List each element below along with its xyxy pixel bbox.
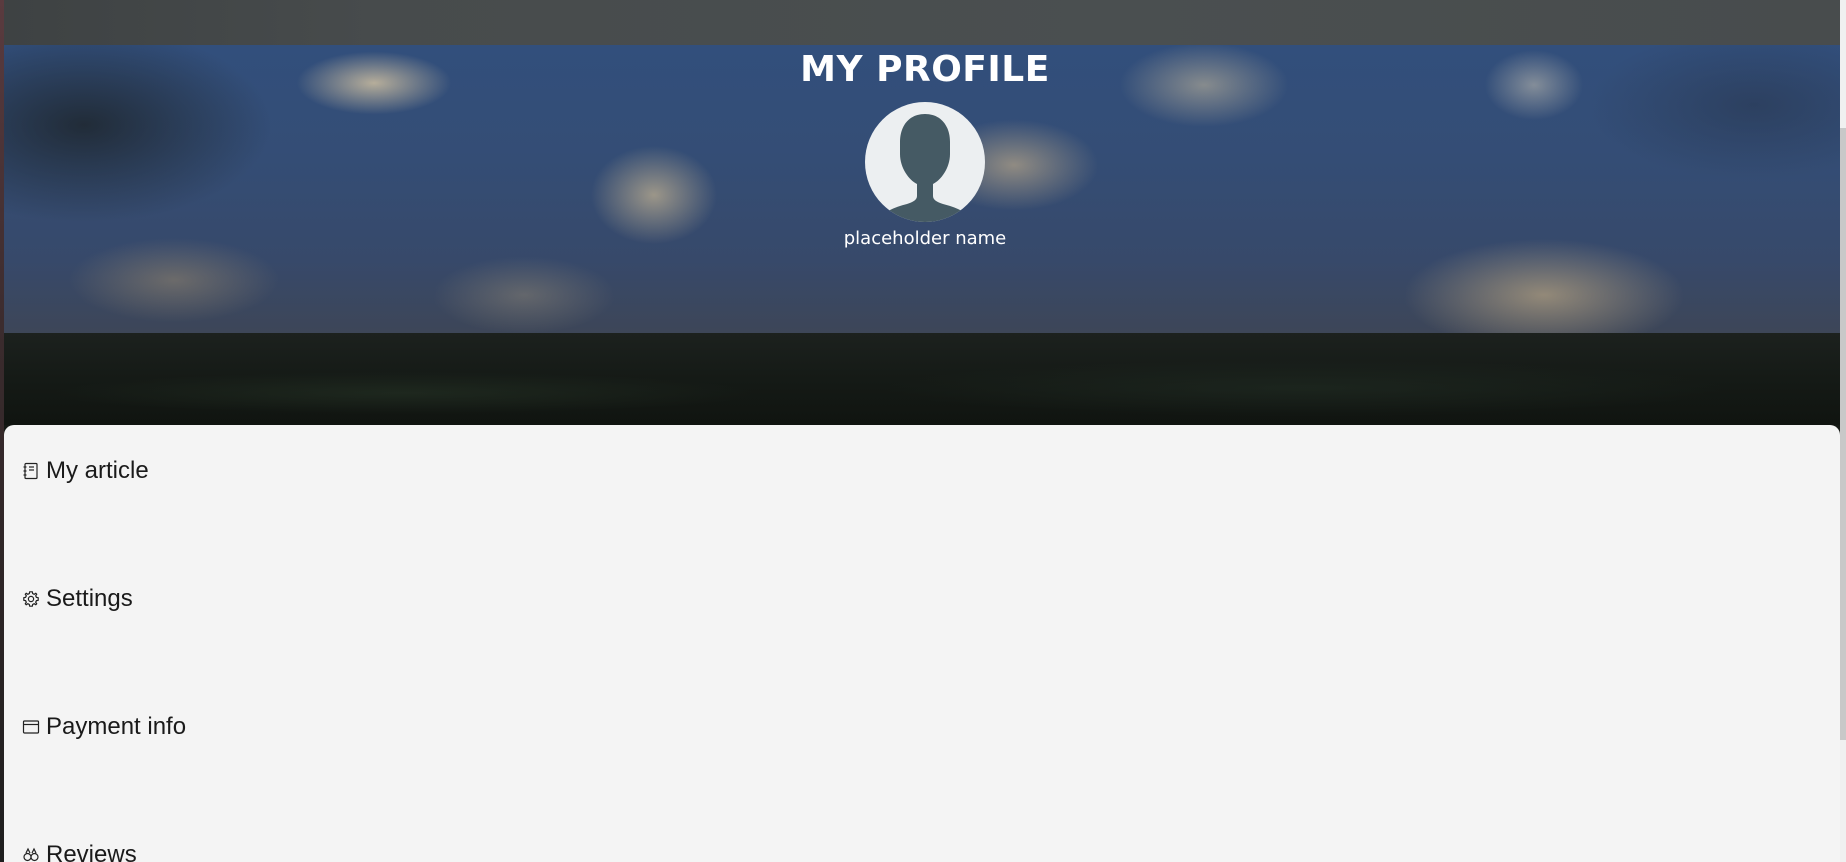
reviews-icon (22, 846, 40, 862)
menu-item-label: My article (46, 457, 149, 484)
gear-icon (22, 590, 40, 608)
avatar[interactable] (865, 102, 985, 222)
page-title: MY PROFILE (800, 49, 1050, 90)
menu-item-settings[interactable]: Settings (22, 583, 133, 615)
card-icon (22, 718, 40, 736)
menu-item-payment-info[interactable]: Payment info (22, 711, 186, 743)
user-silhouette-icon (877, 114, 973, 222)
top-bar (4, 0, 1846, 45)
user-name: placeholder name (843, 228, 1007, 249)
menu-item-label: Payment info (46, 713, 187, 740)
menu-item-label: Reviews (46, 841, 137, 862)
profile-page: MY PROFILE placeholder name My article S… (0, 0, 1846, 862)
profile-menu-panel: My article Settings Payment info Reviews (4, 425, 1840, 862)
menu-item-my-article[interactable]: My article (22, 455, 149, 487)
menu-item-reviews[interactable]: Reviews (22, 839, 137, 862)
profile-header: MY PROFILE placeholder name (4, 45, 1846, 249)
menu-item-label: Settings (46, 585, 133, 612)
scrollbar-thumb[interactable] (1840, 128, 1846, 740)
scrollbar-track[interactable] (1840, 0, 1846, 862)
notebook-icon (22, 462, 40, 480)
hero-landscape-background (4, 333, 1846, 425)
